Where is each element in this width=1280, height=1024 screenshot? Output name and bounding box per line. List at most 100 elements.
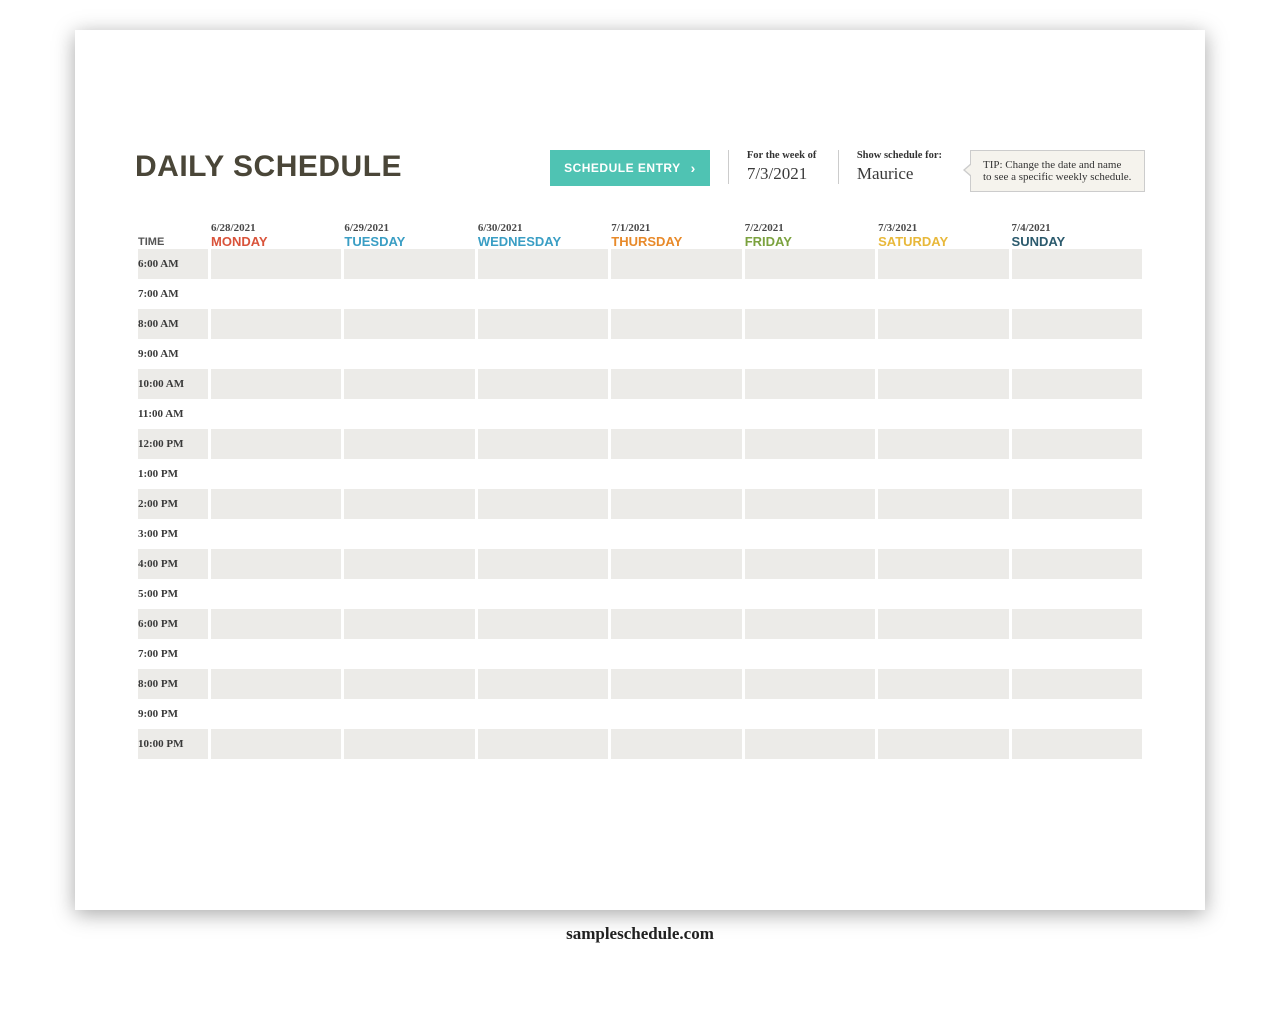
schedule-slot[interactable] [478,489,608,519]
schedule-slot[interactable] [211,279,341,309]
schedule-slot[interactable] [344,609,474,639]
schedule-slot[interactable] [1012,519,1142,549]
schedule-slot[interactable] [211,639,341,669]
schedule-slot[interactable] [1012,249,1142,279]
schedule-slot[interactable] [745,309,875,339]
schedule-slot[interactable] [611,699,741,729]
schedule-slot[interactable] [211,399,341,429]
schedule-slot[interactable] [344,729,474,759]
schedule-slot[interactable] [344,549,474,579]
schedule-slot[interactable] [611,579,741,609]
show-schedule-for-value[interactable]: Maurice [857,164,942,184]
schedule-slot[interactable] [745,579,875,609]
schedule-slot[interactable] [344,249,474,279]
schedule-slot[interactable] [878,309,1008,339]
schedule-slot[interactable] [1012,669,1142,699]
schedule-slot[interactable] [611,249,741,279]
schedule-slot[interactable] [211,489,341,519]
schedule-slot[interactable] [478,279,608,309]
schedule-slot[interactable] [478,429,608,459]
schedule-slot[interactable] [1012,399,1142,429]
schedule-slot[interactable] [1012,429,1142,459]
schedule-slot[interactable] [478,609,608,639]
schedule-slot[interactable] [1012,639,1142,669]
schedule-slot[interactable] [611,729,741,759]
schedule-slot[interactable] [211,609,341,639]
schedule-slot[interactable] [878,639,1008,669]
schedule-slot[interactable] [478,639,608,669]
schedule-slot[interactable] [1012,369,1142,399]
schedule-slot[interactable] [878,699,1008,729]
schedule-slot[interactable] [344,339,474,369]
schedule-slot[interactable] [211,729,341,759]
schedule-slot[interactable] [478,579,608,609]
schedule-slot[interactable] [211,549,341,579]
schedule-slot[interactable] [478,339,608,369]
schedule-slot[interactable] [1012,579,1142,609]
schedule-slot[interactable] [478,459,608,489]
schedule-slot[interactable] [878,399,1008,429]
schedule-slot[interactable] [745,699,875,729]
schedule-slot[interactable] [211,669,341,699]
schedule-slot[interactable] [211,519,341,549]
schedule-slot[interactable] [745,519,875,549]
schedule-slot[interactable] [878,339,1008,369]
schedule-slot[interactable] [745,489,875,519]
schedule-slot[interactable] [1012,309,1142,339]
schedule-slot[interactable] [1012,729,1142,759]
schedule-slot[interactable] [745,729,875,759]
schedule-slot[interactable] [611,549,741,579]
schedule-slot[interactable] [878,429,1008,459]
schedule-slot[interactable] [611,399,741,429]
schedule-slot[interactable] [344,369,474,399]
schedule-slot[interactable] [344,489,474,519]
schedule-slot[interactable] [1012,339,1142,369]
schedule-slot[interactable] [211,369,341,399]
schedule-slot[interactable] [611,609,741,639]
schedule-slot[interactable] [611,459,741,489]
schedule-slot[interactable] [478,699,608,729]
schedule-slot[interactable] [878,669,1008,699]
schedule-slot[interactable] [344,459,474,489]
schedule-slot[interactable] [211,459,341,489]
schedule-slot[interactable] [745,249,875,279]
schedule-slot[interactable] [611,369,741,399]
schedule-slot[interactable] [611,279,741,309]
schedule-slot[interactable] [745,669,875,699]
schedule-entry-button[interactable]: SCHEDULE ENTRY › [550,150,710,186]
schedule-slot[interactable] [611,429,741,459]
schedule-slot[interactable] [611,519,741,549]
schedule-slot[interactable] [344,309,474,339]
schedule-slot[interactable] [878,279,1008,309]
schedule-slot[interactable] [478,519,608,549]
schedule-slot[interactable] [1012,549,1142,579]
schedule-slot[interactable] [745,279,875,309]
schedule-slot[interactable] [1012,609,1142,639]
schedule-slot[interactable] [478,249,608,279]
schedule-slot[interactable] [344,579,474,609]
schedule-slot[interactable] [1012,279,1142,309]
schedule-slot[interactable] [878,369,1008,399]
schedule-slot[interactable] [1012,699,1142,729]
schedule-slot[interactable] [611,339,741,369]
schedule-slot[interactable] [344,279,474,309]
schedule-slot[interactable] [878,249,1008,279]
schedule-slot[interactable] [211,309,341,339]
schedule-slot[interactable] [611,309,741,339]
schedule-slot[interactable] [745,339,875,369]
schedule-slot[interactable] [344,639,474,669]
schedule-slot[interactable] [344,519,474,549]
schedule-slot[interactable] [878,489,1008,519]
schedule-slot[interactable] [878,729,1008,759]
schedule-slot[interactable] [478,309,608,339]
schedule-slot[interactable] [745,639,875,669]
schedule-slot[interactable] [745,429,875,459]
schedule-slot[interactable] [211,339,341,369]
schedule-slot[interactable] [745,549,875,579]
schedule-slot[interactable] [344,399,474,429]
schedule-slot[interactable] [344,429,474,459]
schedule-slot[interactable] [478,669,608,699]
schedule-slot[interactable] [745,369,875,399]
schedule-slot[interactable] [878,579,1008,609]
schedule-slot[interactable] [878,459,1008,489]
